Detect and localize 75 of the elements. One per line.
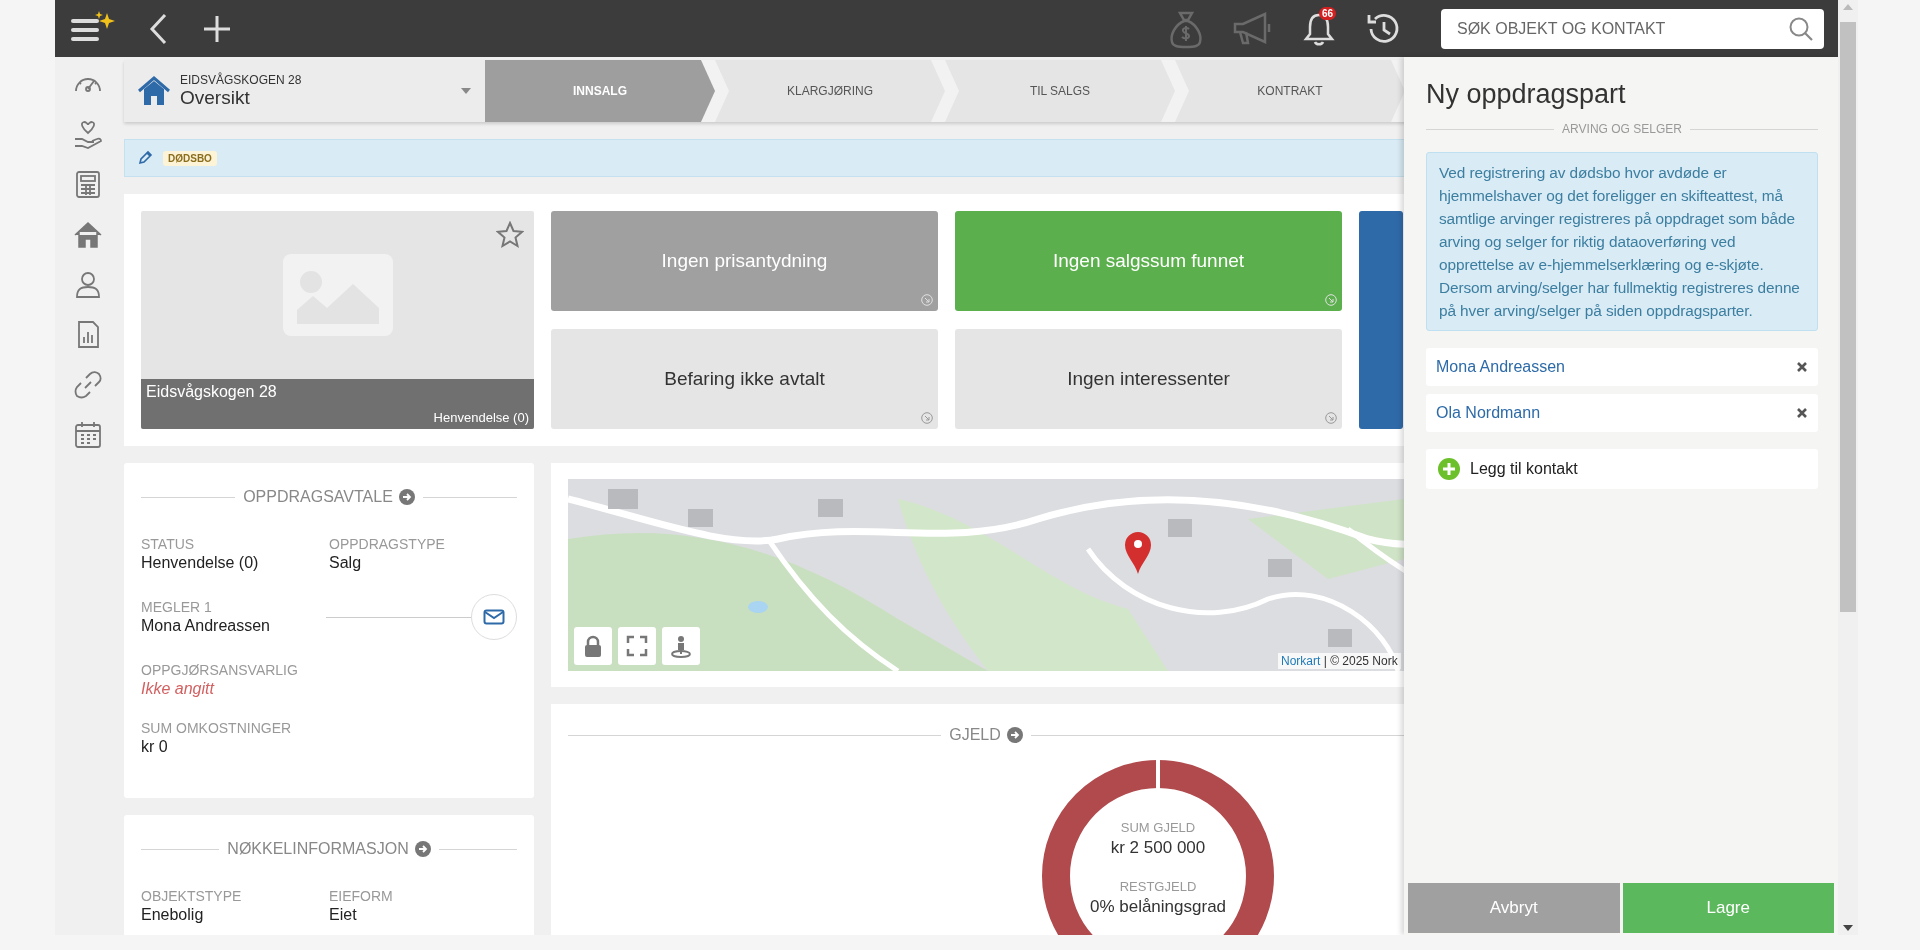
sum-label: SUM GJELD bbox=[1120, 820, 1196, 835]
notification-bell[interactable]: 66 bbox=[1301, 10, 1337, 47]
arrow-right-icon bbox=[398, 489, 415, 505]
field-value: Enebolig bbox=[141, 906, 205, 924]
field-label: OPPGJØRSANSVARLIG bbox=[141, 662, 299, 678]
arrow-right-icon bbox=[1006, 727, 1023, 743]
progress-step[interactable]: TIL SALGS bbox=[945, 60, 1175, 122]
rest-label: RESTGJELD bbox=[1119, 879, 1197, 894]
arrow-icon bbox=[1325, 294, 1337, 306]
page-selector[interactable]: EIDSVÅGSKOGEN 28 Oversikt bbox=[124, 60, 485, 122]
map-control[interactable] bbox=[618, 627, 656, 665]
progress-step[interactable]: INNSALG bbox=[485, 60, 715, 122]
rest-value: 0% belåningsgrad bbox=[1089, 897, 1227, 917]
map-control[interactable] bbox=[574, 627, 612, 665]
status-tile[interactable]: Ingen salgssum funnet bbox=[955, 211, 1342, 311]
notification-count: 66 bbox=[1319, 6, 1337, 20]
status-tile[interactable]: Ingen interessenter bbox=[955, 329, 1342, 429]
map-attribution: Norkart | © 2025 Nork bbox=[1278, 653, 1401, 669]
arrow-right-icon bbox=[414, 841, 431, 857]
status-tile[interactable] bbox=[1359, 211, 1403, 429]
close-icon bbox=[1796, 361, 1808, 373]
panel-title: Ny oppdragspart bbox=[1426, 79, 1627, 110]
sum-value: kr 2 500 000 bbox=[1110, 838, 1206, 858]
remove-button[interactable] bbox=[1796, 407, 1808, 419]
scrollbar[interactable] bbox=[1838, 0, 1858, 935]
contact-link[interactable]: Ola Nordmann bbox=[1436, 404, 1541, 422]
field-label: OBJEKTSTYPE bbox=[141, 888, 243, 904]
progress-step[interactable]: KLARGJØRING bbox=[715, 60, 945, 122]
property-card[interactable]: Eidsvågskogen 28 Henvendelse (0) bbox=[141, 211, 534, 429]
envelope-icon bbox=[483, 609, 505, 625]
field-value: Henvendelse (0) bbox=[141, 554, 260, 572]
progress-step[interactable]: KONTRAKT bbox=[1175, 60, 1405, 122]
remove-button[interactable] bbox=[1796, 361, 1808, 373]
map-pin-icon[interactable] bbox=[1123, 531, 1153, 575]
caret-icon bbox=[461, 88, 471, 94]
field-value: Ikke angitt bbox=[141, 680, 216, 698]
property-title: Eidsvågskogen 28 bbox=[146, 383, 278, 401]
field-value: Mona Andreassen bbox=[141, 617, 271, 635]
info-notice: Ved registrering av dødsbo hvor avdøde er hjemmelshaver og det foreligger en skifteattest, må samtlige arvinger registreres på oppdraget som både arving og selger for riktig dataoverføring ved opprettelse av e-hjemmelserklæring og e-skjøte. Dersom arving/selger har fullmektig registreres denne på hver arving/selger på siden oppdragsparter. bbox=[1426, 152, 1818, 331]
field-label: MEGLER 1 bbox=[141, 599, 213, 615]
field-label: STATUS bbox=[141, 536, 196, 552]
arrow-icon bbox=[921, 294, 933, 306]
section-heading: ARVING OG SELGER bbox=[1562, 122, 1682, 136]
fullscreen-icon bbox=[626, 634, 648, 658]
search-field[interactable]: SØK OBJEKT OG KONTAKT bbox=[1441, 8, 1824, 49]
field-value: Eiet bbox=[329, 906, 358, 924]
street-view-icon bbox=[670, 634, 692, 658]
house-icon bbox=[138, 76, 170, 106]
map-control[interactable] bbox=[662, 627, 700, 665]
status-tile[interactable]: Befaring ikke avtalt bbox=[551, 329, 938, 429]
arrow-icon bbox=[921, 412, 933, 424]
pencil-icon[interactable] bbox=[137, 150, 153, 166]
add-contact-button[interactable]: Legg til kontakt bbox=[1426, 449, 1818, 489]
field-label: OPPDRAGSTYPE bbox=[329, 536, 446, 552]
field-label: SUM OMKOSTNINGER bbox=[141, 720, 293, 736]
section-title[interactable]: GJELD bbox=[949, 726, 1023, 744]
scroll-down-icon[interactable] bbox=[1843, 925, 1853, 931]
arrow-icon bbox=[1325, 412, 1337, 424]
property-address: EIDSVÅGSKOGEN 28 bbox=[180, 73, 302, 87]
plus-circle-icon bbox=[1438, 458, 1460, 480]
search-icon[interactable] bbox=[1788, 15, 1814, 42]
field-label: EIEFORM bbox=[329, 888, 394, 904]
contact-link[interactable]: Mona Andreassen bbox=[1436, 358, 1565, 376]
field-value: Salg bbox=[329, 554, 363, 572]
section-title[interactable]: NØKKELINFORMASJON bbox=[227, 840, 431, 858]
tag: DØDSBO bbox=[163, 150, 217, 166]
lock-icon bbox=[582, 634, 604, 658]
email-button[interactable] bbox=[471, 594, 517, 640]
star-icon[interactable] bbox=[496, 221, 524, 249]
close-icon bbox=[1796, 407, 1808, 419]
attribution-link[interactable]: Norkart bbox=[1281, 654, 1321, 668]
field-value: kr 0 bbox=[141, 738, 169, 756]
section-title[interactable]: OPPDRAGSAVTALE bbox=[243, 488, 415, 506]
page-title: Oversikt bbox=[180, 87, 251, 109]
property-status: Henvendelse (0) bbox=[433, 410, 529, 425]
